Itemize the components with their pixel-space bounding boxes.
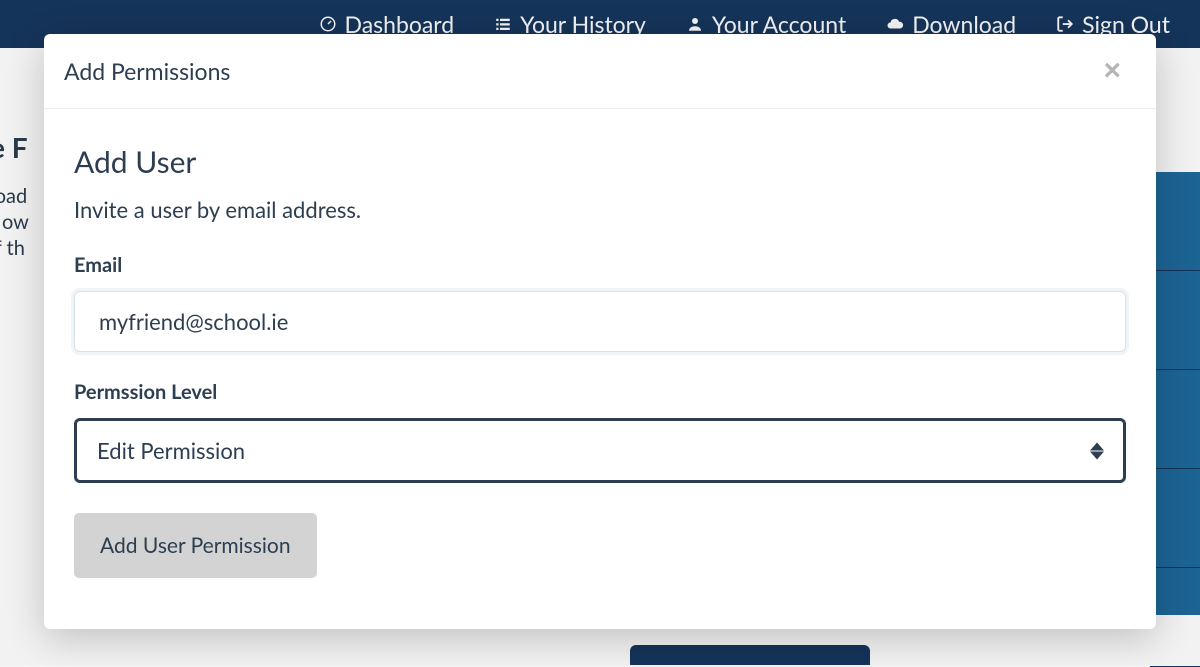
add-user-permission-button[interactable]: Add User Permission — [74, 513, 317, 578]
modal-body: Add User Invite a user by email address.… — [44, 109, 1156, 608]
close-button[interactable]: × — [1098, 56, 1126, 86]
permission-select-wrapper: Edit Permission — [74, 418, 1126, 483]
modal-header: Add Permissions × — [44, 34, 1156, 109]
email-field[interactable] — [74, 291, 1126, 352]
modal-title: Add Permissions — [64, 57, 230, 85]
permission-select[interactable]: Edit Permission — [74, 418, 1126, 483]
section-heading: Add User — [74, 144, 1126, 180]
permission-level-label: Permssion Level — [74, 380, 1126, 404]
close-icon: × — [1103, 54, 1121, 87]
add-permissions-modal: Add Permissions × Add User Invite a user… — [44, 34, 1156, 629]
section-description: Invite a user by email address. — [74, 196, 1126, 223]
email-label: Email — [74, 253, 1126, 277]
